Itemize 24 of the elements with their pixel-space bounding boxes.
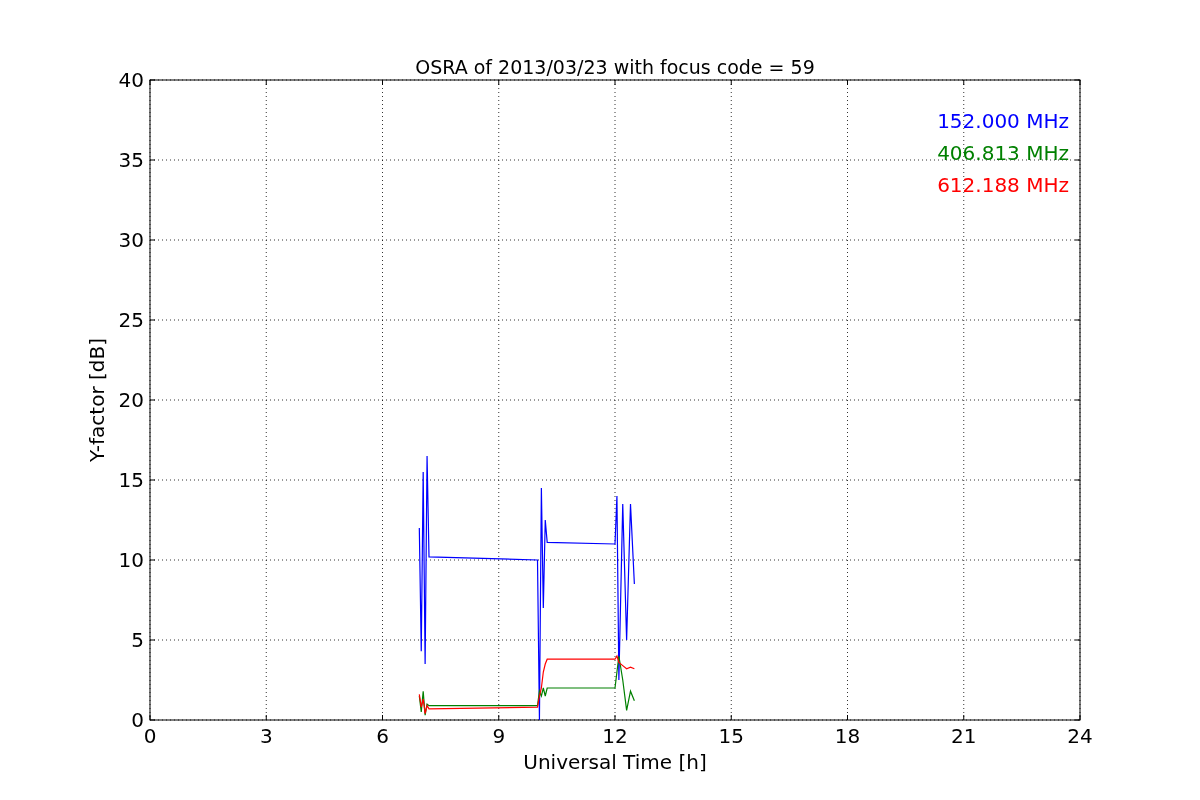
x-tick-label: 18 — [834, 724, 861, 748]
y-tick-label: 40 — [118, 68, 144, 92]
x-tick-label: 0 — [143, 724, 157, 748]
x-tick-label: 21 — [951, 724, 977, 748]
x-tick-label: 15 — [718, 724, 744, 748]
y-tick-label: 25 — [118, 308, 144, 332]
legend-label: 406.813 MHz — [937, 141, 1069, 165]
y-tick-label: 15 — [118, 468, 144, 492]
x-axis-label: Universal Time [h] — [523, 750, 707, 774]
y-tick-label: 30 — [118, 228, 144, 252]
y-tick-label: 0 — [131, 708, 144, 732]
x-tick-label: 3 — [259, 724, 273, 748]
x-tick-label: 12 — [602, 724, 628, 748]
y-tick-label: 10 — [118, 548, 144, 572]
y-tick-label: 5 — [131, 628, 144, 652]
y-tick-label: 35 — [118, 148, 144, 172]
y-axis-label: Y-factor [dB] — [85, 338, 109, 462]
legend-label: 152.000 MHz — [937, 109, 1069, 133]
x-tick-label: 24 — [1067, 724, 1093, 748]
y-tick-label: 20 — [118, 388, 144, 412]
x-tick-label: 6 — [376, 724, 389, 748]
legend-label: 612.188 MHz — [937, 173, 1069, 197]
x-tick-label: 9 — [492, 724, 506, 748]
chart-title: OSRA of 2013/03/23 with focus code = 59 — [415, 56, 815, 78]
